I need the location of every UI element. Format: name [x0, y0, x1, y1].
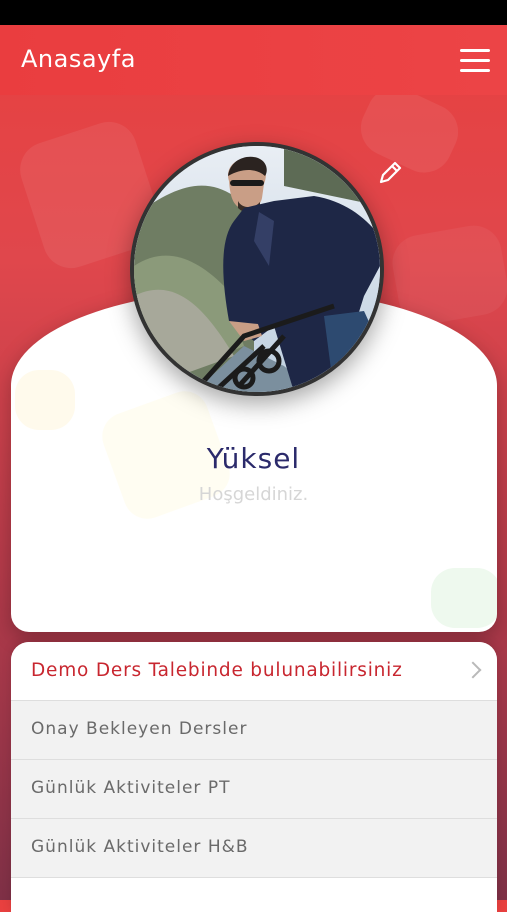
- menu-line: [460, 59, 490, 62]
- avatar[interactable]: [130, 142, 384, 396]
- pending-lessons-item[interactable]: Onay Bekleyen Dersler: [11, 701, 497, 760]
- menu-list: Demo Ders Talebinde bulunabilirsiniz Ona…: [11, 642, 497, 912]
- demo-lesson-request-item[interactable]: Demo Ders Talebinde bulunabilirsiniz: [11, 642, 497, 701]
- menu-line: [460, 69, 490, 72]
- user-name: Yüksel: [206, 442, 301, 475]
- hamburger-menu-icon[interactable]: [452, 45, 498, 77]
- menu-line: [460, 49, 490, 52]
- page-title: Anasayfa: [21, 45, 136, 73]
- card-background-shape: [431, 568, 497, 628]
- card-background-shape: [15, 370, 75, 430]
- list-item[interactable]: [11, 878, 497, 912]
- chevron-right-icon: [464, 661, 482, 679]
- list-item-label: Günlük Aktiviteler H&B: [31, 837, 249, 857]
- app-bar: Anasayfa: [0, 25, 507, 95]
- pencil-icon[interactable]: [374, 157, 406, 189]
- list-item-label: Demo Ders Talebinde bulunabilirsiniz: [31, 660, 403, 681]
- list-item-label: Günlük Aktiviteler PT: [31, 778, 231, 798]
- list-item-label: Onay Bekleyen Dersler: [31, 719, 248, 739]
- daily-activities-pt-item[interactable]: Günlük Aktiviteler PT: [11, 760, 497, 819]
- welcome-text: Hoşgeldiniz.: [198, 484, 309, 505]
- avatar-photo: [134, 146, 380, 392]
- status-bar: [0, 0, 507, 25]
- daily-activities-hb-item[interactable]: Günlük Aktiviteler H&B: [11, 819, 497, 878]
